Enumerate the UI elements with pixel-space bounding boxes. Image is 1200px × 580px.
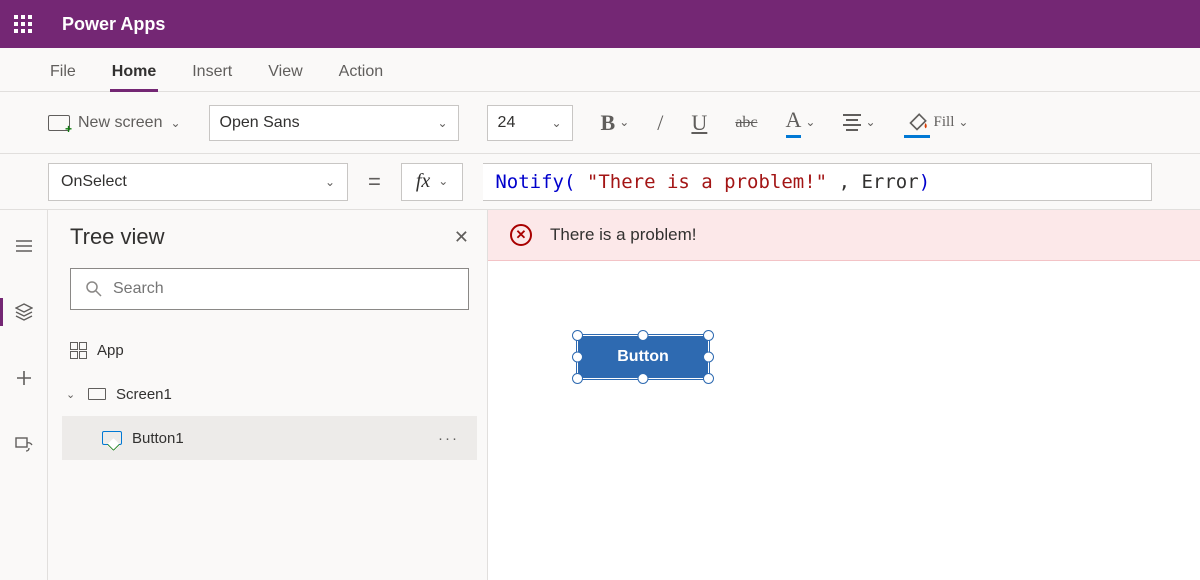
resize-handle-nw[interactable] (572, 330, 583, 341)
formula-token-arg: Error (861, 171, 918, 193)
notification-text: There is a problem! (550, 225, 696, 245)
fx-button[interactable]: fx ⌄ (401, 163, 464, 201)
font-size-value: 24 (498, 114, 516, 132)
tab-action[interactable]: Action (337, 55, 385, 92)
search-icon (85, 280, 103, 298)
rail-insert[interactable] (0, 358, 47, 398)
property-select[interactable]: OnSelect ⌄ (48, 163, 348, 201)
tree-header: Tree view ✕ (70, 224, 469, 250)
menu-bar: File Home Insert View Action (0, 48, 1200, 92)
tab-home[interactable]: Home (110, 55, 158, 92)
font-family-select[interactable]: Open Sans ⌄ (209, 105, 459, 141)
new-screen-button[interactable]: New screen ⌄ (48, 114, 181, 132)
more-options-icon[interactable]: ··· (438, 430, 459, 447)
tree-item-screen1[interactable]: ⌄ Screen1 (62, 372, 477, 416)
rail-media[interactable] (0, 424, 47, 464)
resize-handle-n[interactable] (638, 330, 649, 341)
app-icon (70, 342, 87, 359)
media-icon (15, 435, 33, 453)
font-color-button[interactable]: A⌄ (786, 107, 816, 138)
tab-insert[interactable]: Insert (190, 55, 234, 92)
chevron-down-icon: ⌄ (865, 115, 875, 130)
formula-token (850, 171, 861, 193)
tree-search[interactable] (70, 268, 469, 310)
formula-token: , (839, 171, 850, 193)
strikethrough-button[interactable]: abc (735, 114, 757, 132)
resize-handle-e[interactable] (703, 352, 714, 363)
left-rail (0, 210, 48, 580)
notification-banner: ✕ There is a problem! (488, 210, 1200, 261)
chevron-down-icon[interactable]: ⌄ (66, 388, 78, 401)
chevron-down-icon: ⌄ (958, 115, 968, 130)
tree-item-label: Button1 (132, 430, 184, 447)
layers-icon (15, 303, 33, 321)
canvas-button-label: Button (617, 348, 669, 366)
new-screen-label: New screen (78, 114, 162, 132)
tree-item-button1[interactable]: Button1 ··· (62, 416, 477, 460)
chevron-down-icon: ⌄ (325, 175, 335, 189)
search-input[interactable] (113, 280, 454, 298)
fill-label: Fill (934, 114, 955, 131)
error-icon: ✕ (510, 224, 532, 246)
formula-token-string: "There is a problem!" (587, 171, 827, 193)
tab-view[interactable]: View (266, 55, 304, 92)
tab-file[interactable]: File (48, 55, 78, 92)
fx-label: fx (416, 170, 430, 193)
font-family-value: Open Sans (220, 114, 300, 132)
formula-input[interactable]: Notify( "There is a problem!" , Error) (483, 163, 1152, 201)
tree-item-app[interactable]: App (62, 328, 477, 372)
fill-icon (904, 112, 930, 134)
canvas-button-control[interactable]: Button (578, 336, 708, 378)
new-screen-icon (48, 115, 70, 131)
resize-handle-ne[interactable] (703, 330, 714, 341)
plus-icon (15, 369, 33, 387)
button-control-icon (102, 431, 122, 445)
formula-token-fn: Notify (495, 171, 564, 193)
tree-item-label: Screen1 (116, 386, 172, 403)
formula-token (575, 171, 586, 193)
chevron-down-icon: ⌄ (805, 115, 815, 130)
underline-button[interactable]: U (691, 110, 707, 136)
font-size-select[interactable]: 24 ⌄ (487, 105, 573, 141)
resize-handle-se[interactable] (703, 373, 714, 384)
formula-token: ( (564, 171, 575, 193)
chevron-down-icon: ⌄ (619, 115, 629, 130)
screen-icon (88, 388, 106, 400)
rail-hamburger[interactable] (0, 226, 47, 266)
resize-handle-s[interactable] (638, 373, 649, 384)
equals-label: = (368, 169, 381, 195)
app-top-bar: Power Apps (0, 0, 1200, 48)
formula-bar: OnSelect ⌄ = fx ⌄ Notify( "There is a pr… (0, 154, 1200, 210)
chevron-down-icon: ⌄ (551, 116, 561, 130)
tree-panel: Tree view ✕ App ⌄ Screen1 Button1 ··· (48, 210, 488, 580)
property-value: OnSelect (61, 173, 127, 191)
close-icon[interactable]: ✕ (454, 227, 469, 248)
bold-button[interactable]: B⌄ (601, 110, 630, 136)
hamburger-icon (15, 237, 33, 255)
chevron-down-icon: ⌄ (170, 116, 180, 130)
fill-button[interactable]: Fill ⌄ (904, 112, 969, 134)
chevron-down-icon: ⌄ (437, 116, 447, 130)
resize-handle-sw[interactable] (572, 373, 583, 384)
resize-handle-w[interactable] (572, 352, 583, 363)
align-button[interactable]: ⌄ (843, 114, 875, 131)
chevron-down-icon: ⌄ (438, 174, 448, 189)
formula-token (827, 171, 838, 193)
canvas[interactable]: ✕ There is a problem! Button (488, 210, 1200, 580)
waffle-icon[interactable] (14, 15, 32, 33)
formula-token: ) (919, 171, 930, 193)
workspace: Tree view ✕ App ⌄ Screen1 Button1 ··· ✕ … (0, 210, 1200, 580)
align-icon (843, 114, 861, 131)
rail-tree-view[interactable] (0, 292, 47, 332)
tree-title: Tree view (70, 224, 165, 250)
app-title: Power Apps (62, 14, 165, 35)
tree-item-label: App (97, 342, 124, 359)
ribbon: New screen ⌄ Open Sans ⌄ 24 ⌄ B⌄ / U abc… (0, 92, 1200, 154)
italic-button[interactable]: / (657, 110, 663, 136)
